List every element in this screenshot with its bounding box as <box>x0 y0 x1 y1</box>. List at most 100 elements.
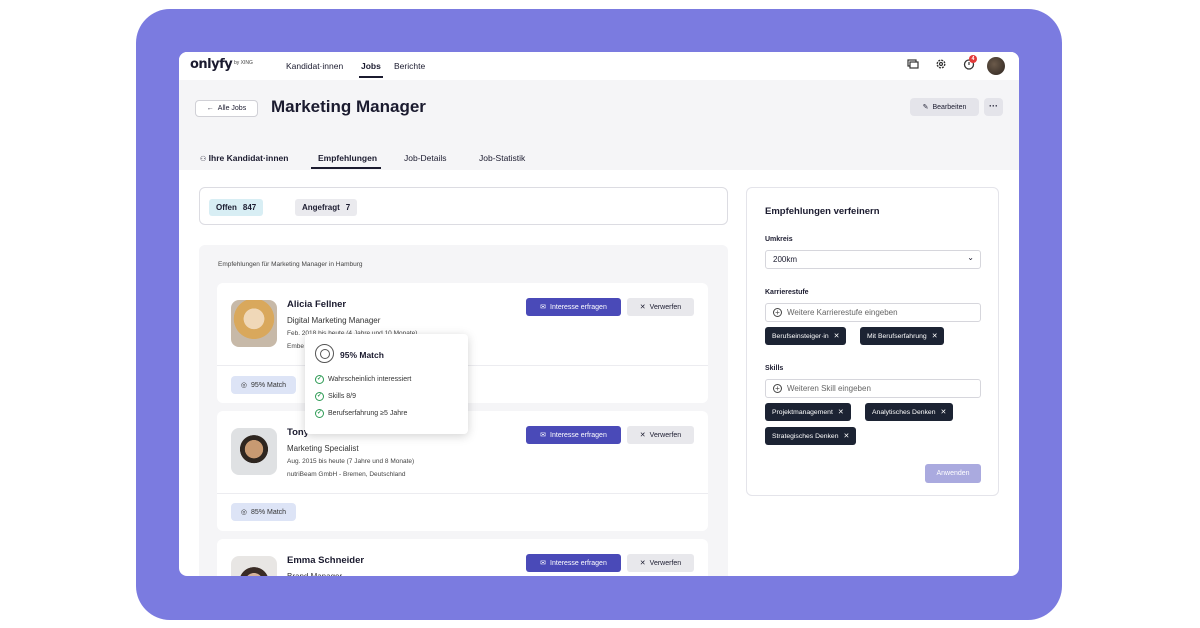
nav-jobs[interactable]: Jobs <box>361 61 381 71</box>
open-count: 847 <box>242 203 257 212</box>
interest-label: Interesse erfragen <box>550 559 607 567</box>
skill-tag-label: Strategisches Denken <box>772 432 839 440</box>
match-badge[interactable]: ◎ 85% Match <box>231 503 296 521</box>
candidate-role: Digital Marketing Manager <box>287 316 381 325</box>
notification-badge: 4 <box>969 55 977 63</box>
skill-tag[interactable]: Analytisches Denken ✕ <box>865 403 954 421</box>
mail-icon: ✉ <box>540 304 547 311</box>
candidate-name[interactable]: Alicia Fellner <box>287 299 346 310</box>
tab-job-details[interactable]: Job-Details <box>404 153 447 163</box>
career-tag[interactable]: Mit Berufserfahrung ✕ <box>860 327 945 345</box>
radius-select[interactable]: 200km ⌄ <box>765 250 981 269</box>
filter-open-chip[interactable]: Offen 847 <box>209 199 264 216</box>
refine-title: Empfehlungen verfeinern <box>765 206 880 217</box>
target-icon: ◎ <box>240 382 248 389</box>
career-tag-label: Mit Berufserfahrung <box>867 332 927 340</box>
logo-subtitle: by XING <box>234 60 253 66</box>
skill-tag-label: Analytisches Denken <box>872 408 936 416</box>
users-icon: ⚇ <box>200 156 207 163</box>
open-label: Offen <box>216 203 237 212</box>
match-label: 85% Match <box>251 508 287 516</box>
edit-label: Bearbeiten <box>932 103 967 111</box>
edit-button[interactable]: ✎ Bearbeiten <box>910 98 979 116</box>
request-interest-button[interactable]: ✉ Interesse erfragen <box>526 298 621 316</box>
back-to-jobs-button[interactable]: ← Alle Jobs <box>195 100 258 117</box>
close-icon[interactable]: ✕ <box>940 408 946 416</box>
radius-value: 200km <box>773 255 798 264</box>
discard-button[interactable]: ✕ Verwerfen <box>627 426 694 444</box>
nav-active-indicator <box>359 76 383 78</box>
skill-tag[interactable]: Strategisches Denken ✕ <box>765 427 857 445</box>
card-divider <box>217 493 708 494</box>
pencil-icon: ✎ <box>922 104 929 111</box>
arrow-left-icon: ← <box>206 105 214 112</box>
tab-job-statistics[interactable]: Job-Statistik <box>479 153 525 163</box>
tooltip-item: ✓ Berufserfahrung ≥5 Jahre <box>315 409 407 418</box>
apply-button[interactable]: Anwenden <box>925 464 981 483</box>
page-title: Marketing Manager <box>271 97 426 116</box>
active-tab-indicator <box>311 167 381 169</box>
filter-requested-chip[interactable]: Angefragt 7 <box>295 199 358 216</box>
close-icon[interactable]: ✕ <box>932 332 938 340</box>
user-avatar[interactable] <box>987 57 1005 75</box>
candidate-photo <box>231 556 277 576</box>
refine-panel: Empfehlungen verfeinern Umkreis 200km ⌄ … <box>746 187 999 496</box>
candidate-name[interactable]: Emma Schneider <box>287 555 364 566</box>
close-icon: ✕ <box>639 560 646 567</box>
tab-your-candidates[interactable]: ⚇ Ihre Kandidat·innen <box>200 153 288 163</box>
nav-candidates[interactable]: Kandidat·innen <box>286 61 343 71</box>
candidate-company: Embe <box>287 343 304 350</box>
target-icon: ◎ <box>240 509 248 516</box>
check-circle-icon: ✓ <box>315 409 324 418</box>
nav-reports[interactable]: Berichte <box>394 61 425 71</box>
candidate-period: Aug. 2015 bis heute (7 Jahre und 8 Monat… <box>287 458 415 465</box>
request-interest-button[interactable]: ✉ Interesse erfragen <box>526 554 621 572</box>
skills-label: Skills <box>765 365 784 372</box>
tooltip-item: ✓ Skills 8/9 <box>315 392 356 401</box>
skills-input[interactable]: + Weiteren Skill eingeben <box>765 379 981 398</box>
career-label: Karrierestufe <box>765 289 809 296</box>
close-icon[interactable]: ✕ <box>838 408 844 416</box>
match-label: 95% Match <box>251 381 287 389</box>
target-icon <box>315 344 334 363</box>
close-icon[interactable]: ✕ <box>834 332 840 340</box>
candidate-card[interactable]: Emma Schneider Brand Manager ✉ Interesse… <box>217 539 708 576</box>
discard-button[interactable]: ✕ Verwerfen <box>627 298 694 316</box>
tooltip-item-label: Wahrscheinlich interessiert <box>328 376 412 383</box>
mail-icon: ✉ <box>540 432 547 439</box>
mail-icon: ✉ <box>540 560 547 567</box>
request-interest-button[interactable]: ✉ Interesse erfragen <box>526 426 621 444</box>
match-tooltip: 95% Match ✓ Wahrscheinlich interessiert … <box>305 334 468 434</box>
candidate-role: Brand Manager <box>287 572 342 576</box>
discard-label: Verwerfen <box>649 431 682 439</box>
interest-label: Interesse erfragen <box>550 431 607 439</box>
chat-icon[interactable] <box>906 58 920 72</box>
plus-circle-icon: + <box>773 384 782 393</box>
interest-label: Interesse erfragen <box>550 303 607 311</box>
skill-tag[interactable]: Projektmanagement ✕ <box>765 403 851 421</box>
skill-tag-label: Projektmanagement <box>772 408 833 416</box>
close-icon[interactable]: ✕ <box>844 432 850 440</box>
tab-your-candidates-label: Ihre Kandidat·innen <box>208 153 289 163</box>
career-tag[interactable]: Berufseinsteiger·in ✕ <box>765 327 847 345</box>
career-placeholder: Weitere Karrierestufe eingeben <box>787 308 898 317</box>
match-badge[interactable]: ◎ 95% Match <box>231 376 296 394</box>
candidate-photo <box>231 300 277 347</box>
top-navigation: onlyfy by XING Kandidat·innen Jobs Beric… <box>179 52 1019 80</box>
tooltip-item: ✓ Wahrscheinlich interessiert <box>315 375 411 384</box>
tab-recommendations[interactable]: Empfehlungen <box>318 153 377 163</box>
more-options-button[interactable]: ··· <box>984 98 1003 116</box>
discard-button[interactable]: ✕ Verwerfen <box>627 554 694 572</box>
check-circle-icon: ✓ <box>315 375 324 384</box>
onlyfy-logo[interactable]: onlyfy <box>190 57 233 72</box>
career-tag-label: Berufseinsteiger·in <box>772 332 829 340</box>
gear-icon[interactable] <box>934 58 948 72</box>
tooltip-item-label: Skills 8/9 <box>328 393 357 400</box>
skills-placeholder: Weiteren Skill eingeben <box>787 384 871 393</box>
app-window: onlyfy by XING Kandidat·innen Jobs Beric… <box>179 52 1019 576</box>
recommendations-caption: Empfehlungen für Marketing Manager in Ha… <box>218 261 363 268</box>
status-filter-card: Offen 847 Angefragt 7 <box>199 187 728 225</box>
candidate-photo <box>231 428 277 475</box>
candidate-role: Marketing Specialist <box>287 444 359 453</box>
career-input[interactable]: + Weitere Karrierestufe eingeben <box>765 303 981 322</box>
